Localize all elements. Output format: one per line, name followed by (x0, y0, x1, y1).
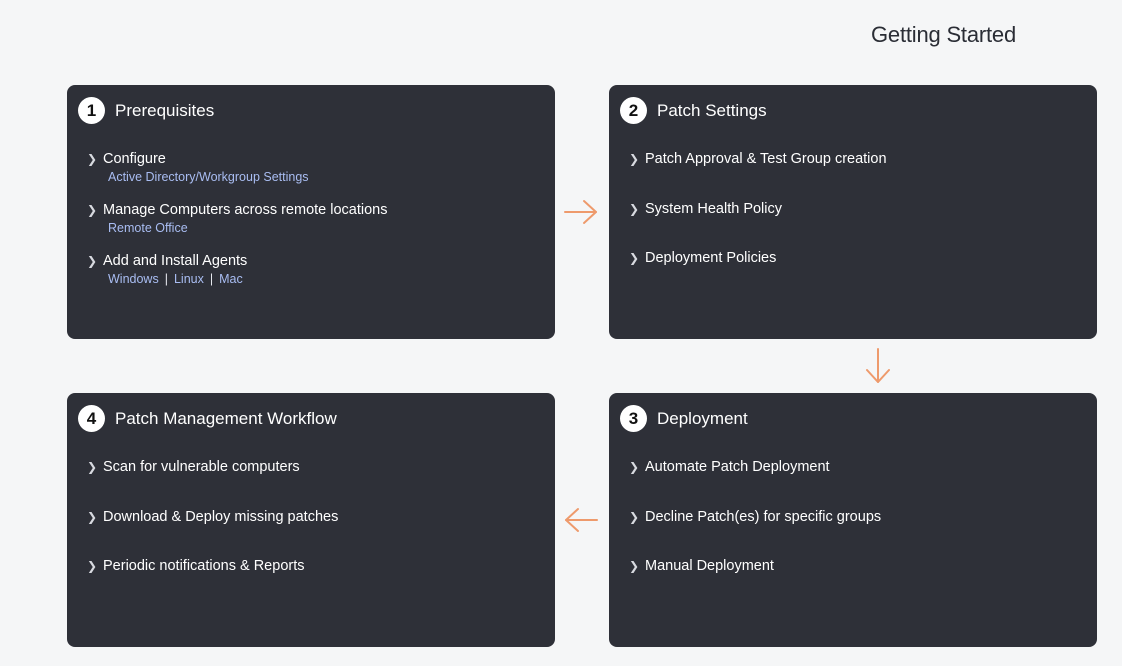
item-notifications-reports[interactable]: ❯ Periodic notifications & Reports (87, 557, 539, 575)
link-active-directory-settings[interactable]: Active Directory/Workgroup Settings (108, 170, 309, 184)
link-separator: | (164, 272, 168, 286)
card-header: 2 Patch Settings (620, 97, 767, 124)
item-list: ❯ Patch Approval & Test Group creation ❯… (629, 150, 1081, 299)
arrow-right-icon (564, 200, 597, 224)
chevron-right-icon: ❯ (629, 509, 640, 524)
item-label: Scan for vulnerable computers (103, 459, 300, 475)
item-scan-vulnerable[interactable]: ❯ Scan for vulnerable computers (87, 458, 539, 476)
item-label: Deployment Policies (645, 250, 777, 266)
card-patch-settings: 2 Patch Settings ❯ Patch Approval & Test… (609, 85, 1097, 339)
link-windows[interactable]: Windows (108, 272, 159, 286)
chevron-right-icon: ❯ (629, 559, 640, 573)
item-label: Patch Approval & Test Group creation (645, 151, 887, 167)
chevron-right-icon: ❯ (87, 559, 98, 573)
step-number-badge: 4 (78, 405, 105, 432)
item-label: Manage Computers across remote locations (103, 202, 388, 218)
item-list: ❯ Automate Patch Deployment ❯ Decline Pa… (629, 458, 1081, 607)
page-title: Getting Started (871, 22, 1016, 47)
chevron-right-icon: ❯ (87, 203, 98, 217)
link-linux[interactable]: Linux (174, 272, 204, 286)
item-label: Periodic notifications & Reports (103, 558, 305, 574)
item-label: Automate Patch Deployment (645, 459, 830, 475)
item-manage-computers[interactable]: ❯ Manage Computers across remote locatio… (87, 201, 539, 219)
item-label: Download & Deploy missing patches (103, 508, 339, 525)
chevron-right-icon: ❯ (629, 152, 640, 166)
card-deployment: 3 Deployment ❯ Automate Patch Deployment… (609, 393, 1097, 647)
item-deployment-policies[interactable]: ❯ Deployment Policies (629, 249, 1081, 267)
card-patch-management-workflow: 4 Patch Management Workflow ❯ Scan for v… (67, 393, 555, 647)
item-label: Configure (103, 151, 166, 167)
item-decline-patches[interactable]: ❯ Decline Patch(es) for specific groups (629, 508, 1081, 526)
item-list: ❯ Scan for vulnerable computers ❯ Downlo… (87, 458, 539, 607)
arrow-left-icon (565, 508, 598, 532)
arrow-down-icon (866, 348, 890, 383)
chevron-right-icon: ❯ (87, 509, 98, 524)
chevron-right-icon: ❯ (629, 460, 640, 474)
card-prerequisites: 1 Prerequisites ❯ Configure Active Direc… (67, 85, 555, 339)
item-list: ❯ Configure Active Directory/Workgroup S… (87, 150, 539, 303)
step-number-badge: 3 (620, 405, 647, 432)
item-download-deploy[interactable]: ❯ Download & Deploy missing patches (87, 508, 539, 526)
card-title: Patch Management Workflow (115, 408, 337, 428)
item-patch-approval[interactable]: ❯ Patch Approval & Test Group creation (629, 150, 1081, 168)
card-title: Patch Settings (657, 100, 767, 120)
link-separator: | (209, 272, 214, 286)
item-manual-deployment[interactable]: ❯ Manual Deployment (629, 557, 1081, 575)
chevron-right-icon: ❯ (629, 251, 640, 265)
item-label: System Health Policy (645, 200, 782, 217)
step-number-badge: 2 (620, 97, 647, 124)
card-header: 3 Deployment (620, 405, 748, 432)
item-automate-patch-deployment[interactable]: ❯ Automate Patch Deployment (629, 458, 1081, 476)
item-label: Add and Install Agents (103, 253, 248, 269)
chevron-right-icon: ❯ (87, 152, 98, 166)
step-number-badge: 1 (78, 97, 105, 124)
item-label: Decline Patch(es) for specific groups (645, 508, 882, 525)
item-add-install-agents[interactable]: ❯ Add and Install Agents (87, 252, 539, 270)
chevron-right-icon: ❯ (87, 460, 98, 474)
item-label: Manual Deployment (645, 558, 774, 574)
item-configure[interactable]: ❯ Configure (87, 150, 539, 168)
card-title: Deployment (657, 408, 748, 428)
item-system-health-policy[interactable]: ❯ System Health Policy (629, 200, 1081, 218)
card-header: 1 Prerequisites (78, 97, 214, 124)
link-mac[interactable]: Mac (219, 272, 243, 286)
chevron-right-icon: ❯ (87, 254, 98, 268)
card-header: 4 Patch Management Workflow (78, 405, 337, 432)
card-title: Prerequisites (115, 100, 215, 120)
link-remote-office[interactable]: Remote Office (108, 221, 188, 235)
chevron-right-icon: ❯ (629, 201, 640, 216)
